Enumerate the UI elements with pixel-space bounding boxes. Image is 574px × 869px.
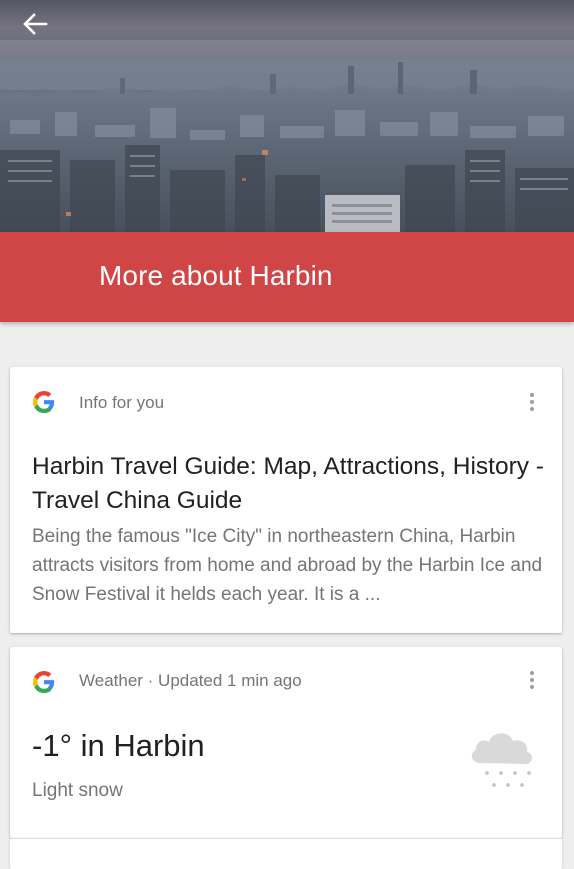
temperature-heading: -1° in Harbin (32, 728, 205, 763)
card-source-label: Weather · Updated 1 min ago (79, 671, 302, 690)
weather-condition: Light snow (32, 780, 123, 801)
snow-cloud-icon (471, 733, 533, 787)
more-vert-icon (530, 671, 534, 675)
page-title: More about Harbin (99, 260, 333, 291)
google-g-icon (33, 391, 55, 413)
google-g-icon (33, 671, 55, 693)
city-skyline-image (0, 0, 574, 232)
title-bar: More about Harbin (0, 232, 574, 322)
more-vert-icon (530, 393, 534, 397)
next-card[interactable] (10, 838, 562, 869)
back-button[interactable] (22, 12, 62, 52)
hero-image (0, 0, 574, 232)
card-menu-button[interactable] (520, 390, 544, 414)
weather-card[interactable]: Weather · Updated 1 min ago -1° in Harbi… (10, 647, 562, 838)
card-source-label: Info for you (79, 393, 165, 412)
info-card[interactable]: Info for you Harbin Travel Guide: Map, A… (10, 367, 562, 633)
card-menu-button[interactable] (520, 668, 544, 692)
article-snippet: Being the famous "Ice City" in northeast… (32, 526, 543, 605)
arrow-left-icon (23, 13, 48, 35)
article-title-link[interactable]: Harbin Travel Guide: Map, Attractions, H… (32, 450, 547, 518)
